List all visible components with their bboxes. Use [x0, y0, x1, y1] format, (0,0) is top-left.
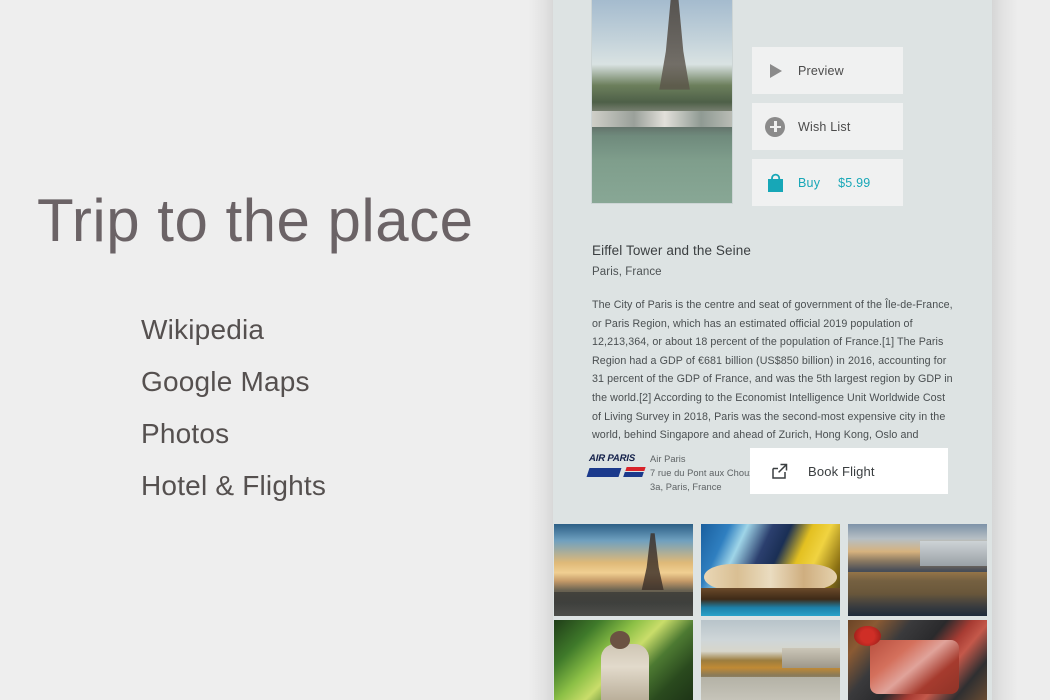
photo-eiffel-sunset[interactable] [554, 524, 693, 616]
photo-art [554, 620, 693, 700]
airline-row: AIR PARIS Air Paris 7 rue du Pont aux Ch… [586, 448, 953, 496]
air-paris-logo: AIR PARIS [586, 453, 646, 483]
action-button-group: Preview Wish List Buy $5.99 [752, 47, 903, 215]
preview-button[interactable]: Preview [752, 47, 903, 94]
photo-florist[interactable] [554, 620, 693, 700]
logo-red-bar [625, 467, 646, 471]
wish-list-button-label: Wish List [798, 119, 851, 134]
screenshot-root: Trip to the place Wikipedia Google Maps … [0, 0, 1050, 700]
card-left-shadow [528, 0, 554, 700]
card-top-section: Preview Wish List Buy $5.99 [553, 0, 992, 208]
nav-link-list: Wikipedia Google Maps Photos Hotel & Fli… [141, 309, 326, 506]
wish-list-button[interactable]: Wish List [752, 103, 903, 150]
book-flight-label: Book Flight [808, 463, 875, 479]
page-title: Trip to the place [37, 187, 474, 254]
photo-seine-dusk[interactable] [848, 524, 987, 616]
play-icon [752, 63, 798, 78]
airline-address-line1: 7 rue du Pont aux Choux [650, 468, 755, 479]
airline-name: Air Paris [650, 454, 686, 464]
photo-art [848, 524, 987, 616]
card-right-shadow [992, 0, 1018, 700]
place-description: The City of Paris is the centre and seat… [592, 299, 953, 442]
photo-art [848, 620, 987, 700]
photo-art [554, 524, 693, 616]
place-subtitle: Paris, France [592, 266, 662, 278]
photo-art [701, 524, 840, 616]
logo-blue-bar [586, 468, 622, 477]
photo-art [701, 620, 840, 700]
preview-button-label: Preview [798, 63, 844, 78]
buy-price: $5.99 [838, 175, 871, 190]
place-title: Eiffel Tower and the Seine [592, 243, 751, 258]
hero-image[interactable] [591, 0, 733, 204]
photo-seine-autumn[interactable] [701, 620, 840, 700]
left-pane: Trip to the place Wikipedia Google Maps … [0, 0, 553, 700]
plus-circle-icon [752, 116, 798, 137]
external-link-icon [750, 462, 808, 481]
book-flight-button[interactable]: Book Flight [750, 448, 948, 494]
sidebar-item-photos[interactable]: Photos [141, 413, 326, 454]
airline-address: Air Paris 7 rue du Pont aux Choux 3a, Pa… [650, 452, 754, 495]
sidebar-item-google-maps[interactable]: Google Maps [141, 361, 326, 402]
photo-charcuterie[interactable] [848, 620, 987, 700]
sidebar-item-hotel-flights[interactable]: Hotel & Flights [141, 465, 326, 506]
buy-button[interactable]: Buy $5.99 [752, 159, 903, 206]
buy-button-label: Buy [798, 175, 821, 190]
photo-grid [553, 524, 992, 700]
air-paris-logo-text: AIR PARIS [588, 453, 636, 464]
hero-image-art [592, 0, 732, 203]
sidebar-item-wikipedia[interactable]: Wikipedia [141, 309, 326, 350]
airline-address-line2: 3a, Paris, France [650, 482, 722, 493]
photo-bakery[interactable] [701, 524, 840, 616]
shopping-bag-icon [752, 173, 798, 193]
logo-blue-bar-2 [623, 472, 644, 477]
